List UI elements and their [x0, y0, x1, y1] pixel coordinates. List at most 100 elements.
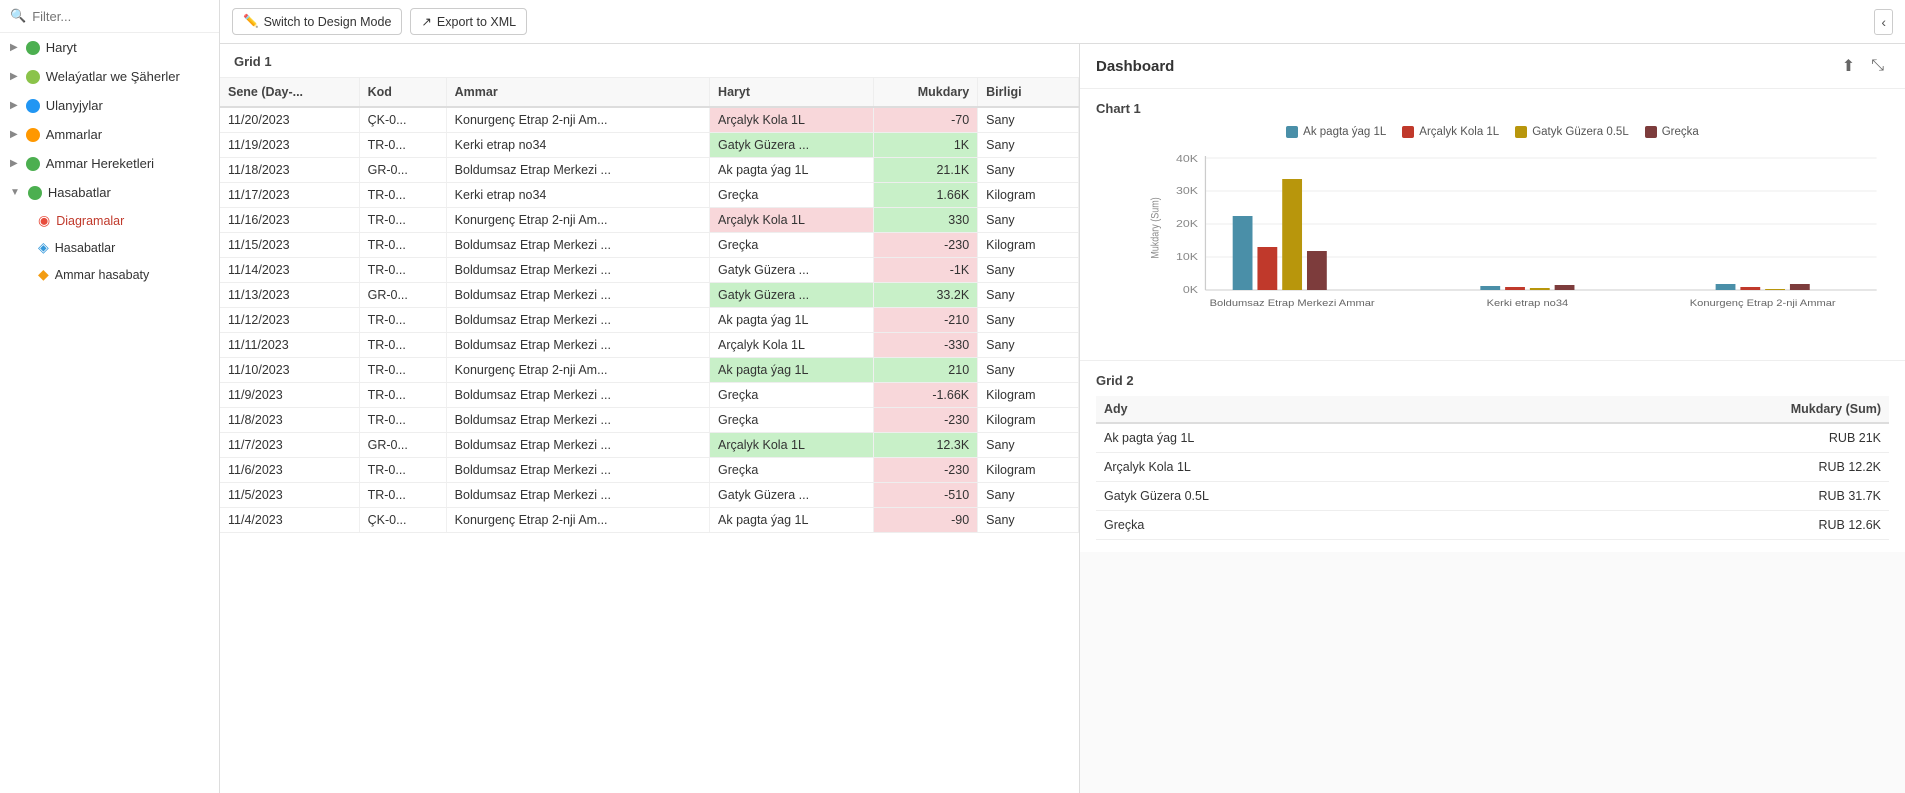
legend-label: Gatyk Güzera 0.5L: [1532, 126, 1629, 138]
cell-haryt: Ak pagta ýag 1L: [710, 358, 874, 383]
cell-ammar: Boldumsaz Etrap Merkezi ...: [446, 258, 709, 283]
cell-birligi: Sany: [978, 483, 1079, 508]
cell-date: 11/8/2023: [220, 408, 359, 433]
legend-label: Greçka: [1662, 126, 1699, 138]
cell-ady: Gatyk Güzera 0.5L: [1096, 482, 1518, 511]
table-row[interactable]: 11/18/2023 GR-0... Boldumsaz Etrap Merke…: [220, 158, 1079, 183]
cell-kod: TR-0...: [359, 333, 446, 358]
cell-ammar: Boldumsaz Etrap Merkezi ...: [446, 233, 709, 258]
cell-date: 11/12/2023: [220, 308, 359, 333]
arrow-icon: ▶: [10, 42, 18, 53]
cell-ammar: Konurgenç Etrap 2-nji Am...: [446, 107, 709, 133]
table-row[interactable]: 11/12/2023 TR-0... Boldumsaz Etrap Merke…: [220, 308, 1079, 333]
chart1-section: Chart 1 Ak pagta ýag 1LArçalyk Kola 1LGa…: [1080, 89, 1905, 361]
cell-ammar: Boldumsaz Etrap Merkezi ...: [446, 383, 709, 408]
table-row[interactable]: 11/10/2023 TR-0... Konurgenç Etrap 2-nji…: [220, 358, 1079, 383]
cell-ammar: Konurgenç Etrap 2-nji Am...: [446, 358, 709, 383]
table-row[interactable]: 11/6/2023 TR-0... Boldumsaz Etrap Merkez…: [220, 458, 1079, 483]
cell-birligi: Sany: [978, 258, 1079, 283]
search-bar[interactable]: 🔍: [0, 0, 219, 33]
grid1-table: Sene (Day-... Kod Ammar Haryt Mukdary Bi…: [220, 78, 1079, 533]
cell-ady: Arçalyk Kola 1L: [1096, 453, 1518, 482]
search-input[interactable]: [32, 9, 209, 24]
table-row[interactable]: 11/16/2023 TR-0... Konurgenç Etrap 2-nji…: [220, 208, 1079, 233]
table-row[interactable]: 11/20/2023 ÇK-0... Konurgenç Etrap 2-nji…: [220, 107, 1079, 133]
export-xml-button[interactable]: ↗ Export to XML: [410, 8, 527, 35]
arrow-icon: ▶: [10, 100, 18, 111]
table-row[interactable]: Greçka RUB 12.6K: [1096, 511, 1889, 540]
sidebar-item-hasabatlar[interactable]: ▼ Hasabatlar: [0, 178, 219, 207]
svg-text:Mukdary (Sum): Mukdary (Sum): [1150, 197, 1162, 258]
cell-kod: GR-0...: [359, 433, 446, 458]
table-row[interactable]: 11/17/2023 TR-0... Kerki etrap no34 Greç…: [220, 183, 1079, 208]
cell-date: 11/17/2023: [220, 183, 359, 208]
cell-ammar: Boldumsaz Etrap Merkezi ...: [446, 433, 709, 458]
cell-haryt: Arçalyk Kola 1L: [710, 333, 874, 358]
table-row[interactable]: 11/11/2023 TR-0... Boldumsaz Etrap Merke…: [220, 333, 1079, 358]
svg-text:30K: 30K: [1176, 186, 1199, 197]
table-row[interactable]: 11/9/2023 TR-0... Boldumsaz Etrap Merkez…: [220, 383, 1079, 408]
sidebar-sub-label: Hasabatlar: [55, 241, 115, 255]
pie-chart-icon: ◉: [38, 212, 50, 229]
col-kod: Kod: [359, 78, 446, 107]
folder-icon: [26, 157, 40, 171]
cell-date: 11/10/2023: [220, 358, 359, 383]
sidebar-item-ulanyjylar[interactable]: ▶ Ulanyjylar: [0, 91, 219, 120]
sidebar-item-ammar-hereketleri[interactable]: ▶ Ammar Hereketleri: [0, 149, 219, 178]
table-row[interactable]: Gatyk Güzera 0.5L RUB 31.7K: [1096, 482, 1889, 511]
export-icon: ↗: [421, 14, 431, 29]
folder-icon: [28, 186, 42, 200]
sidebar-item-label: Ammar Hereketleri: [46, 156, 154, 171]
cell-ammar: Boldumsaz Etrap Merkezi ...: [446, 283, 709, 308]
table-row[interactable]: 11/13/2023 GR-0... Boldumsaz Etrap Merke…: [220, 283, 1079, 308]
sidebar-item-ammarlar[interactable]: ▶ Ammarlar: [0, 120, 219, 149]
cell-mukdary: 21.1K: [874, 158, 978, 183]
cell-birligi: Sany: [978, 308, 1079, 333]
cell-haryt: Ak pagta ýag 1L: [710, 308, 874, 333]
sidebar-item-label: Haryt: [46, 40, 77, 55]
cell-kod: TR-0...: [359, 208, 446, 233]
sidebar-item-label: Ammarlar: [46, 127, 102, 142]
sidebar-sub-item-hasabatlar[interactable]: ◈ Hasabatlar: [28, 234, 219, 261]
sidebar-item-haryt[interactable]: ▶ Haryt: [0, 33, 219, 62]
legend-item: Ak pagta ýag 1L: [1286, 126, 1386, 138]
share-button[interactable]: ⬆: [1837, 54, 1860, 78]
cell-mukdary: RUB 31.7K: [1518, 482, 1889, 511]
cell-date: 11/5/2023: [220, 483, 359, 508]
table-row[interactable]: Arçalyk Kola 1L RUB 12.2K: [1096, 453, 1889, 482]
legend-item: Arçalyk Kola 1L: [1402, 126, 1499, 138]
table-row[interactable]: 11/15/2023 TR-0... Boldumsaz Etrap Merke…: [220, 233, 1079, 258]
cell-ammar: Konurgenç Etrap 2-nji Am...: [446, 208, 709, 233]
col-haryt: Haryt: [710, 78, 874, 107]
table-row[interactable]: Ak pagta ýag 1L RUB 21K: [1096, 423, 1889, 453]
table-row[interactable]: 11/7/2023 GR-0... Boldumsaz Etrap Merkez…: [220, 433, 1079, 458]
sidebar-sub-item-ammar-hasabaty[interactable]: ◆ Ammar hasabaty: [28, 261, 219, 288]
dashboard-header-buttons: ⬆ ⤡: [1837, 54, 1889, 78]
cell-haryt: Greçka: [710, 383, 874, 408]
sidebar-item-welayatlar[interactable]: ▶ Welaýatlar we Şäherler: [0, 62, 219, 91]
switch-design-mode-button[interactable]: ✏️ Switch to Design Mode: [232, 8, 402, 35]
cell-birligi: Sany: [978, 283, 1079, 308]
folder-icon: [26, 99, 40, 113]
fullscreen-button[interactable]: ⤡: [1866, 54, 1889, 78]
sidebar-sub-item-diagramalar[interactable]: ◉ Diagramalar: [28, 207, 219, 234]
table-row[interactable]: 11/14/2023 TR-0... Boldumsaz Etrap Merke…: [220, 258, 1079, 283]
table-row[interactable]: 11/19/2023 TR-0... Kerki etrap no34 Gaty…: [220, 133, 1079, 158]
cell-mukdary: -210: [874, 308, 978, 333]
table-row[interactable]: 11/8/2023 TR-0... Boldumsaz Etrap Merkez…: [220, 408, 1079, 433]
cell-birligi: Sany: [978, 107, 1079, 133]
cell-haryt: Gatyk Güzera ...: [710, 258, 874, 283]
svg-text:Konurgenç Etrap 2-nji Ammar: Konurgenç Etrap 2-nji Ammar: [1690, 299, 1837, 309]
cell-kod: TR-0...: [359, 358, 446, 383]
arrow-icon: ▼: [10, 187, 20, 198]
cell-haryt: Arçalyk Kola 1L: [710, 208, 874, 233]
table-row[interactable]: 11/4/2023 ÇK-0... Konurgenç Etrap 2-nji …: [220, 508, 1079, 533]
cell-mukdary: -230: [874, 233, 978, 258]
cell-kod: TR-0...: [359, 133, 446, 158]
cell-ammar: Boldumsaz Etrap Merkezi ...: [446, 483, 709, 508]
table-row[interactable]: 11/5/2023 TR-0... Boldumsaz Etrap Merkez…: [220, 483, 1079, 508]
arrow-icon: ▶: [10, 129, 18, 140]
cell-ammar: Kerki etrap no34: [446, 183, 709, 208]
grid1-title: Grid 1: [220, 44, 1079, 78]
collapse-button[interactable]: ‹: [1874, 9, 1893, 35]
